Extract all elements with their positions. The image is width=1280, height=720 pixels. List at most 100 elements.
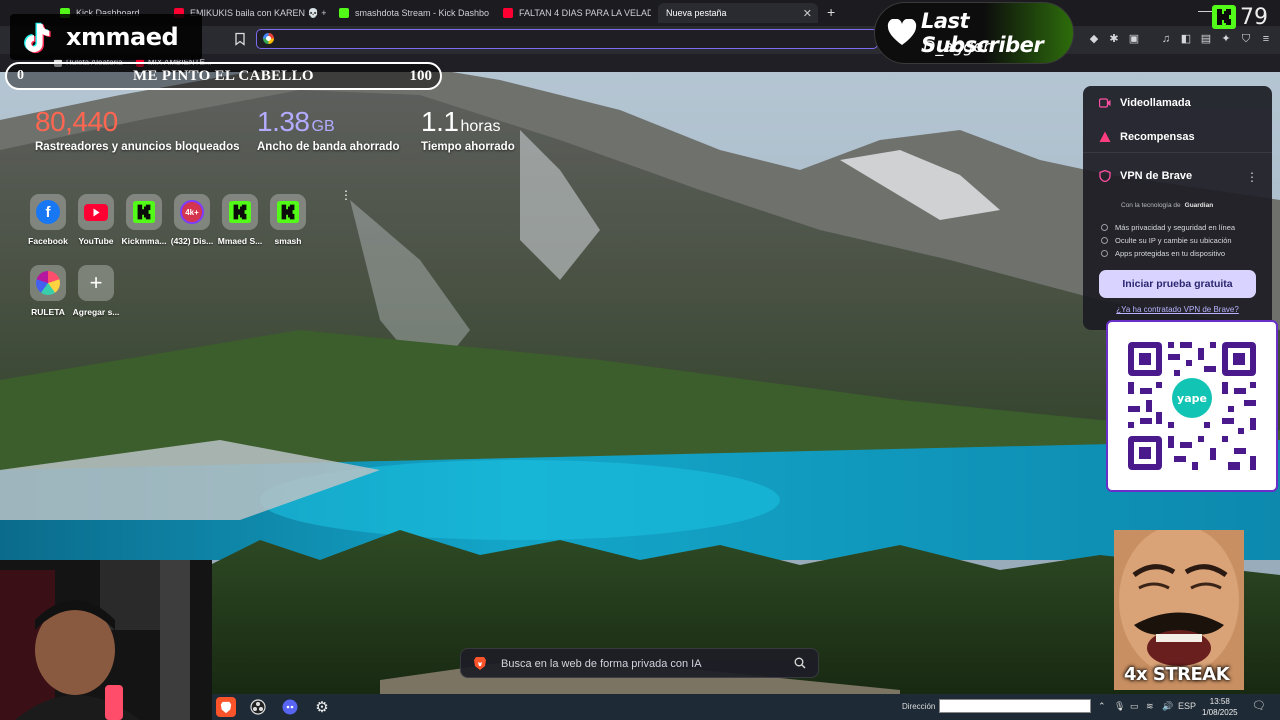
vpn-shield-icon[interactable]: ⛉ [1240,33,1252,45]
brave-rewards-icon[interactable]: ◆ [1088,33,1100,45]
top-site-label: Mmaed S... [217,236,263,246]
tiktok-handle-badge: xmmaed [10,14,202,60]
taskbar-obs-icon[interactable] [248,697,268,717]
top-site-facebook[interactable]: f Facebook [24,194,72,246]
4k-icon: 4k+ [180,200,204,224]
goal-title: ME PINTO EL CABELLO [133,68,314,84]
network-icon[interactable]: ▭ [1130,701,1139,712]
goal-current: 0 [17,68,24,83]
divider [1083,152,1272,153]
vpn-title: VPN de Brave [1120,170,1193,182]
stat-trackers-blocked: 80,440 Rastreadores y anuncios bloqueado… [35,106,240,153]
kick-viewer-counter: 79 [1212,4,1268,30]
top-site-432-dis[interactable]: 4k+ (432) Dis... [168,194,216,246]
wallet-icon[interactable]: ▣ [1128,33,1140,45]
taskbar-clock[interactable]: 13:58 1/08/2025 [1202,696,1238,718]
leo-ai-icon[interactable]: ✦ [1220,33,1232,45]
youtube-icon [84,203,108,221]
url-input[interactable] [283,31,877,49]
tray-expand-icon[interactable]: ⌃ [1098,701,1106,712]
yape-qr-code: yape [1106,320,1278,492]
widget-vpn-title: VPN de Brave [1099,170,1192,182]
top-site-label: smash [274,236,302,246]
top-site-kickmma[interactable]: Kickmma... [120,194,168,246]
search-icon[interactable] [794,657,806,669]
kick-icon [229,201,251,223]
wheel-icon [36,271,60,295]
check-circle-icon [1101,224,1108,231]
minimize-button[interactable]: — [1198,2,1212,18]
top-sites-menu-icon[interactable]: ⋮ [340,188,352,202]
private-ai-search-box[interactable] [460,648,819,678]
microphone-icon[interactable]: 🎙 [1114,701,1125,712]
tab-new-tab[interactable]: Nueva pestaña ✕ [658,3,818,23]
tab-faltan-velada[interactable]: FALTAN 4 DIAS PARA LA VELADA 🍷 [503,3,651,23]
tab-smashdota[interactable]: smashdota Stream - Kick Dashbo [339,3,489,23]
trackers-count: 80,440 [35,106,118,137]
clock-date: 1/08/2025 [1202,708,1238,717]
kick-favicon-icon [339,8,349,18]
ai-search-input[interactable] [499,655,793,673]
tab-label: smashdota Stream - Kick Dashbo [355,8,489,18]
media-icon[interactable]: ♫ [1160,33,1172,45]
check-circle-icon [1101,237,1108,244]
top-site-mmaed[interactable]: Mmaed S... [216,194,264,246]
rewards-triangle-icon [1099,131,1111,142]
vpn-already-purchased-link[interactable]: ¿Ya ha contratado VPN de Brave? [1083,305,1272,314]
bandwidth-value: 1.38 [257,106,310,137]
vpn-shield-icon [1099,170,1111,182]
kick-icon [133,201,155,223]
sidebar-icon[interactable]: ◧ [1180,33,1192,45]
vpn-free-trial-button[interactable]: Iniciar prueba gratuita [1099,270,1256,298]
extensions-icon[interactable]: ✱ [1108,33,1120,45]
kick-icon [277,201,299,223]
language-indicator[interactable]: ESP [1178,701,1196,711]
vpn-menu-icon[interactable]: ⋮ [1246,170,1258,184]
bandwidth-unit: GB [311,118,335,135]
wifi-icon[interactable]: ≋ [1146,701,1154,712]
qr-code-icon: yape [1128,342,1256,470]
taskbar-settings-icon[interactable]: ⚙ [312,697,332,717]
vpn-powered-by: Con la tecnología de Guardian [1121,202,1213,209]
notifications-icon[interactable]: 🗨 [1252,699,1266,712]
heart-icon [887,19,917,45]
top-site-ruleta[interactable]: RULETA [24,265,72,317]
youtube-favicon-icon [503,8,513,18]
top-site-smash[interactable]: smash [264,194,312,246]
check-circle-icon [1101,250,1108,257]
taskbar-brave-icon[interactable] [216,697,236,717]
taskbar-discord-icon[interactable] [280,697,300,717]
google-icon [263,33,274,44]
rewards-label: Recompensas [1120,131,1195,143]
vpn-feature: Apps protegidas en tu dispositivo [1101,249,1225,258]
widget-videocall[interactable]: Videollamada [1099,97,1191,109]
top-site-add[interactable]: + Agregar s... [72,265,120,317]
menu-icon[interactable]: ≡ [1260,33,1272,45]
guardian-brand: Guardian [1184,202,1214,209]
last-subscriber-badge: Last Subscriber D_agger [874,2,1074,64]
bookmark-icon[interactable] [233,32,247,46]
streak-label: 4x STREAK [1124,664,1230,685]
stat-bandwidth-saved: 1.38 GB Ancho de banda ahorrado [257,106,400,153]
top-site-label: Facebook [28,236,68,246]
widget-rewards[interactable]: Recompensas [1099,131,1195,143]
stream-goal-bar: 0 ME PINTO EL CABELLO 100 [5,62,442,90]
videocall-label: Videollamada [1120,97,1191,109]
top-site-youtube[interactable]: YouTube [72,194,120,246]
clock-time: 13:58 [1209,697,1230,706]
address-bar[interactable] [256,29,878,49]
kick-viewer-count: 79 [1240,4,1268,30]
new-tab-button[interactable]: + [827,4,835,20]
vpn-feature-text: Oculte su IP y cambie su ubicación [1115,236,1232,245]
webcam-feed [0,560,212,720]
taskbar-address-input[interactable] [939,699,1091,713]
volume-icon[interactable]: 🔊 [1162,701,1173,712]
vpn-feature-text: Apps protegidas en tu dispositivo [1115,249,1226,258]
tab-label: EMIKUKIS baila con KAREN 💀 + TO [190,7,326,18]
last-subscriber-name: D_agger [923,37,990,56]
windows-taskbar: ⚙ Dirección ⌃ 🎙 ▭ ≋ 🔊 ESP 13:58 1/08/202… [212,694,1280,720]
close-icon[interactable]: ✕ [803,7,812,20]
time-label: Tiempo ahorrado [421,141,515,153]
wallet-card-icon[interactable]: ▤ [1200,33,1212,45]
tiktok-handle: xmmaed [66,23,179,51]
